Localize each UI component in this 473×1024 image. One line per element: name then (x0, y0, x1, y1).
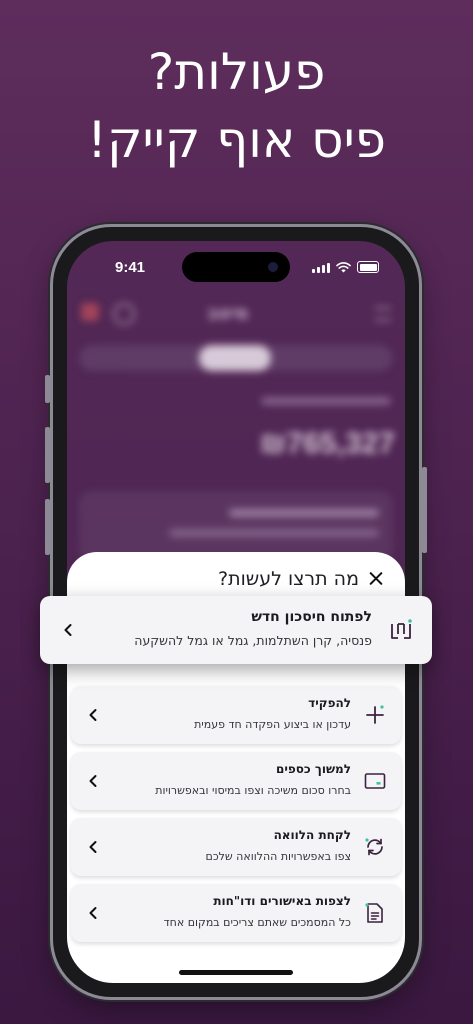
info-card (79, 491, 393, 561)
option-subtitle: כל המסמכים שאתם צריכים במקום אחד (163, 916, 351, 929)
wifi-icon (336, 262, 351, 273)
phone-volume-up (45, 427, 50, 483)
option-title: להפקיד (308, 696, 351, 710)
option-subtitle: פנסיה, קרן השתלמות, גמל או גמל להשקעה (134, 633, 372, 648)
app-brand: מיטב (207, 303, 249, 324)
refresh-icon (365, 838, 383, 856)
signal-icon (312, 263, 330, 273)
option-subtitle: צפו באפשרויות ההלוואה שלכם (205, 850, 351, 863)
balance-amount: ₪765,327 (260, 427, 395, 460)
option-title: לצפות באישורים ודו"חות (213, 894, 351, 908)
menu-icon (375, 307, 391, 321)
battery-icon (357, 261, 379, 273)
status-bar: 9:41 (67, 241, 405, 287)
phone-volume-down (45, 499, 50, 555)
option-title: למשוך כספים (275, 762, 351, 776)
chevron-left-icon (89, 775, 97, 787)
status-icons (312, 261, 379, 273)
balance-label (261, 397, 391, 405)
option-withdraw[interactable]: למשוך כספים בחרו סכום משיכה וצפו במיסוי … (71, 752, 401, 810)
phone-mute-switch (45, 375, 50, 403)
option-loan[interactable]: לקחת הלוואה צפו באפשרויות ההלוואה שלכם (71, 818, 401, 876)
option-title: לקחת הלוואה (273, 828, 351, 842)
document-icon (365, 903, 383, 923)
headline-line-2: פיס אוף קייק! (86, 111, 387, 169)
wallet-icon (364, 773, 386, 789)
option-subtitle: עדכון או ביצוע הפקדה חד פעמית (194, 718, 351, 731)
meitav-logo-icon (391, 619, 412, 639)
option-open-new-savings[interactable]: לפתוח חיסכון חדש פנסיה, קרן השתלמות, גמל… (40, 596, 432, 664)
home-indicator (179, 970, 293, 975)
status-time: 9:41 (115, 259, 146, 276)
phone-power-button (422, 467, 427, 553)
tab-active (199, 345, 271, 371)
option-documents[interactable]: לצפות באישורים ודו"חות כל המסמכים שאתם צ… (71, 884, 401, 942)
dynamic-island (182, 252, 290, 282)
chevron-left-icon (89, 907, 97, 919)
option-deposit[interactable]: להפקיד עדכון או ביצוע הפקדה חד פעמית (71, 686, 401, 744)
bell-icon (81, 303, 99, 321)
option-subtitle: בחרו סכום משיכה וצפו במיסוי ובאפשרויות (155, 784, 351, 797)
chevron-left-icon (64, 624, 72, 636)
option-title: לפתוח חיסכון חדש (251, 609, 372, 625)
plus-icon (366, 705, 384, 724)
background-app-blurred: מיטב ₪765,327 (67, 287, 405, 587)
chevron-left-icon (89, 841, 97, 853)
headline: פעולות? פיס אוף קייק! (0, 38, 473, 174)
sheet-title: מה תרצו לעשות? (218, 568, 359, 590)
close-icon[interactable] (363, 566, 389, 592)
headline-line-1: פעולות? (147, 43, 326, 101)
chevron-left-icon (89, 709, 97, 721)
chat-icon (113, 303, 135, 325)
